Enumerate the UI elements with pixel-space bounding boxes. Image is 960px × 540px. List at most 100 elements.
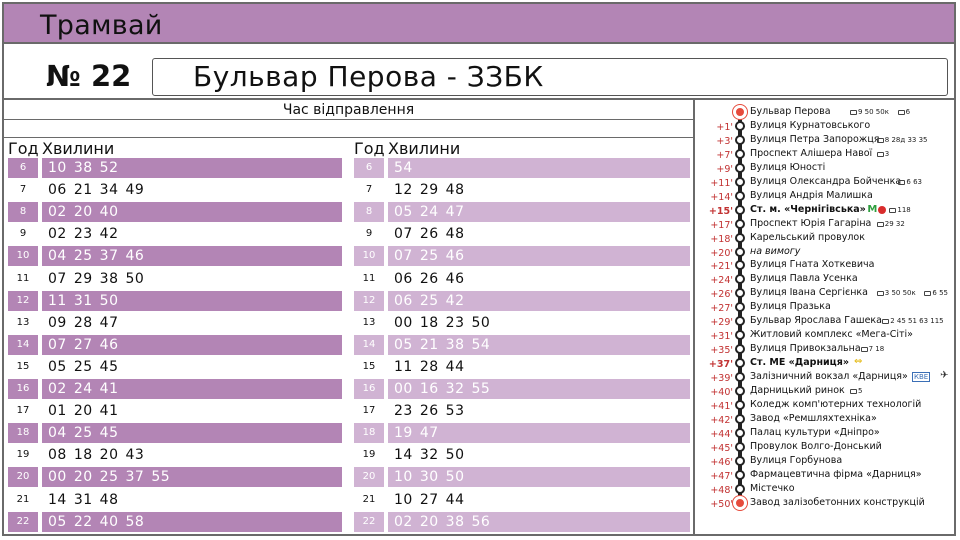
minute-value: 20 <box>73 204 93 221</box>
minute-value: 46 <box>99 336 119 353</box>
transfer-route-numbers: 3 50 50к <box>884 289 916 298</box>
bus-icon <box>850 110 857 115</box>
stop-time-offset: +42' <box>710 414 733 426</box>
hour-cell: 12 <box>8 290 38 311</box>
minute-value: 21 <box>419 336 439 353</box>
minute-value: 09 <box>48 314 67 331</box>
stop-time-offset: +41' <box>710 400 733 412</box>
minute-value: 30 <box>419 469 439 486</box>
stop-marker <box>735 162 745 173</box>
bus-icon <box>898 179 906 185</box>
stop-time-offset: +27' <box>710 303 733 315</box>
route-stop: +29' Бульвар Ярослава Гашека 2 45 51 63 11… <box>700 314 958 328</box>
stop-time-offset: +24' <box>710 275 733 287</box>
stop-time-offset: +47' <box>710 470 733 482</box>
transfer-routes: 6 63 <box>898 178 922 186</box>
minute-value: 05 <box>394 204 413 221</box>
minute-value: 26 <box>419 270 439 287</box>
minute-value: 56 <box>471 513 491 530</box>
minutes-cell: 10 27 44 <box>388 490 690 510</box>
route-stop: +1' Вулиця Курнатовського <box>700 119 958 133</box>
stop-marker <box>735 148 745 159</box>
stop-marker <box>735 176 745 187</box>
minutes-cell: 04 25 45 <box>42 423 342 444</box>
minute-value: 58 <box>125 513 145 530</box>
stop-time-offset: +3' <box>716 135 733 147</box>
minute-value: 31 <box>73 292 93 309</box>
stop-marker <box>735 316 745 327</box>
stop-name: Залізничний вокзал «Дарниця» <box>750 371 908 383</box>
stop-name: Завод залізобетонних конструкцій <box>750 496 925 508</box>
hour-cell: 15 <box>362 360 376 372</box>
stop-marker <box>735 120 745 131</box>
minute-value: 23 <box>445 314 465 331</box>
hour-cell: 18 <box>8 423 38 444</box>
minutes-cell: 00 18 23 50 <box>388 313 690 333</box>
stop-marker <box>735 134 745 145</box>
stop-name: Вулиця Привокзальна <box>750 343 861 355</box>
stop-name: Завод «Ремшляхтехніка» <box>750 412 877 424</box>
minutes-header-right: Хвилини <box>388 139 461 158</box>
stop-marker <box>735 260 745 271</box>
stop-marker <box>735 218 745 229</box>
minute-value: 44 <box>445 491 465 508</box>
minute-value: 19 <box>394 425 413 442</box>
stop-name: Вулиця Петра Запорожця <box>750 133 880 145</box>
minutes-cell: 08 18 20 43 <box>42 445 342 465</box>
minute-value: 05 <box>394 336 413 353</box>
minute-value: 11 <box>394 358 413 375</box>
stop-marker <box>735 204 745 215</box>
hour-cell: 21 <box>362 493 376 505</box>
bus-icon <box>889 207 897 213</box>
transfer-routes: 7 18 <box>860 345 884 353</box>
stop-name: Палац культури «Дніпро» <box>750 426 880 438</box>
minutes-cell: 11 31 50 <box>42 290 342 311</box>
minutes-cell: 07 29 38 50 <box>42 269 342 289</box>
transfer-routes: 6 55 <box>924 289 948 297</box>
transfer-route-numbers: 5 <box>858 387 863 395</box>
transfer-routes: 6 <box>897 108 910 116</box>
stop-marker <box>735 386 745 396</box>
minute-value: 00 <box>48 469 67 486</box>
minute-value: 24 <box>419 204 439 221</box>
minute-value: 28 <box>419 358 439 375</box>
minute-value: 00 <box>394 381 413 397</box>
minute-value: 23 <box>73 226 93 243</box>
minute-value: 06 <box>394 270 413 287</box>
minute-value: 00 <box>394 314 413 331</box>
hour-cell: 13 <box>16 316 30 328</box>
minute-value: 06 <box>394 292 413 309</box>
stop-time-offset: +20' <box>710 247 733 259</box>
minute-value: 54 <box>471 336 491 353</box>
stop-marker <box>735 469 745 480</box>
minute-value: 46 <box>445 270 465 287</box>
minute-value: 38 <box>445 513 465 530</box>
minute-value: 24 <box>73 381 93 397</box>
transfer-routes: 5 <box>850 387 862 395</box>
minutes-cell: 01 20 41 <box>42 401 342 421</box>
route-stop: +21' Вулиця Гната Хоткевича <box>700 258 958 272</box>
stop-name: Бульвар Ярослава Гашека <box>750 315 882 327</box>
minute-value: 44 <box>445 358 465 375</box>
minutes-cell: 09 28 47 <box>42 313 342 333</box>
minute-value: 42 <box>99 226 119 243</box>
minute-value: 32 <box>445 381 465 397</box>
stop-marker <box>735 302 745 313</box>
minutes-cell: 54 <box>388 158 690 178</box>
route-stop: +35' Вулиця Привокзальна 7 18 <box>700 342 958 356</box>
rail-icon: ⇔ <box>854 356 863 368</box>
minutes-cell: 06 25 42 <box>388 290 690 311</box>
minute-value: 20 <box>73 469 93 486</box>
minute-value: 29 <box>419 182 439 199</box>
header-band: Трамвай <box>4 4 954 44</box>
minute-value: 29 <box>73 270 93 287</box>
minutes-cell: 04 25 37 46 <box>42 246 342 267</box>
minute-value: 05 <box>48 358 67 375</box>
minute-value: 07 <box>394 248 413 265</box>
hour-cell: 20 <box>354 467 384 488</box>
hour-cell: 11 <box>16 272 30 284</box>
minute-value: 04 <box>48 248 67 265</box>
stop-name: Проспект Юрія Гагаріна <box>750 217 872 229</box>
minute-value: 10 <box>394 491 413 508</box>
minute-value: 46 <box>125 248 145 265</box>
